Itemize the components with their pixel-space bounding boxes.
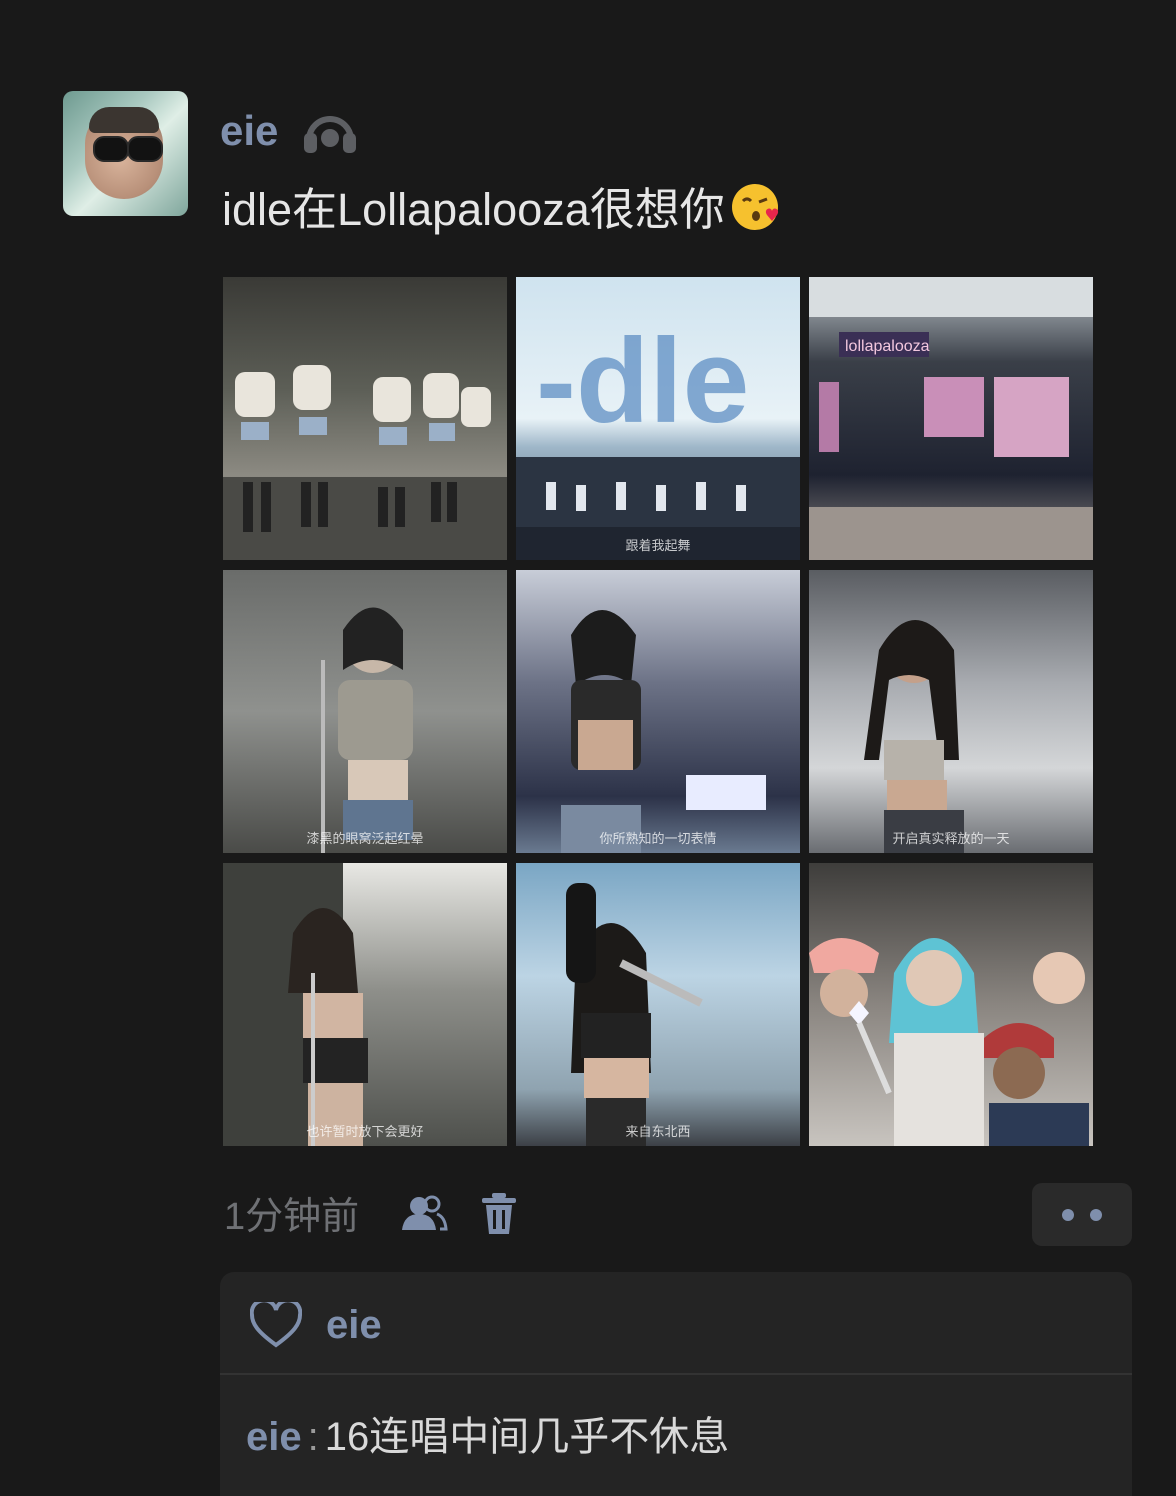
comment-text: 16连唱中间几乎不休息 <box>324 1415 730 1459</box>
post-text-content: idle在Lollapalooza很想你 <box>222 184 725 235</box>
photo-singer-3[interactable]: 开启真实释放的一天 <box>809 570 1093 853</box>
visibility-users-icon[interactable] <box>399 1194 449 1236</box>
svg-text:lollapalooza: lollapalooza <box>845 338 930 355</box>
photo-lollapalooza-stage[interactable]: lollapalooza <box>809 277 1093 560</box>
more-dot <box>1090 1209 1102 1221</box>
avatar-goggle-left <box>93 136 129 162</box>
photo-caption: 你所熟知的一切表情 <box>599 831 717 846</box>
post-username[interactable]: eie <box>220 106 278 156</box>
comment-separator: : <box>307 1415 319 1459</box>
comment-user[interactable]: eie <box>246 1415 302 1459</box>
avatar-hair <box>89 107 159 133</box>
headphones-icon <box>304 116 356 153</box>
photo-idle-screen[interactable]: -dle 跟着我起舞 <box>516 277 800 560</box>
likes-row: eie <box>220 1272 1132 1372</box>
photo-caption: 跟着我起舞 <box>625 538 691 553</box>
post-text: idle在Lollapalooza很想你 <box>222 180 781 240</box>
divider <box>220 1373 1132 1375</box>
heart-icon <box>250 1302 302 1348</box>
comment[interactable]: eie:16连唱中间几乎不休息 <box>246 1412 729 1462</box>
photo-singer-2[interactable]: 你所熟知的一切表情 <box>516 570 800 853</box>
svg-text:-dle: -dle <box>536 314 749 448</box>
photo-grid: -dle 跟着我起舞 lollapalooza 漆黑的眼窝泛起红晕 你所熟知的一… <box>223 277 1093 1146</box>
photo-singer-4[interactable]: 也许暂时放下会更好 <box>223 863 507 1146</box>
trash-icon[interactable] <box>481 1192 517 1236</box>
photo-caption: 漆黑的眼窝泛起红晕 <box>306 831 424 846</box>
kissing-face-icon <box>729 181 781 233</box>
like-user[interactable]: eie <box>326 1300 382 1350</box>
more-dot <box>1062 1209 1074 1221</box>
photo-singer-5[interactable]: 来自东北西 <box>516 863 800 1146</box>
photo-caption: 来自东北西 <box>625 1124 691 1139</box>
photo-caption: 也许暂时放下会更好 <box>306 1124 424 1139</box>
interaction-panel: eie eie:16连唱中间几乎不休息 <box>220 1272 1132 1496</box>
photo-group-stage[interactable] <box>223 277 507 560</box>
post-time: 1分钟前 <box>224 1196 360 1238</box>
more-button[interactable] <box>1032 1183 1132 1246</box>
photo-caption: 开启真实释放的一天 <box>892 831 1010 846</box>
photo-singer-1[interactable]: 漆黑的眼窝泛起红晕 <box>223 570 507 853</box>
photo-fans[interactable] <box>809 863 1093 1146</box>
avatar-goggle-right <box>127 136 163 162</box>
avatar[interactable] <box>63 91 188 216</box>
